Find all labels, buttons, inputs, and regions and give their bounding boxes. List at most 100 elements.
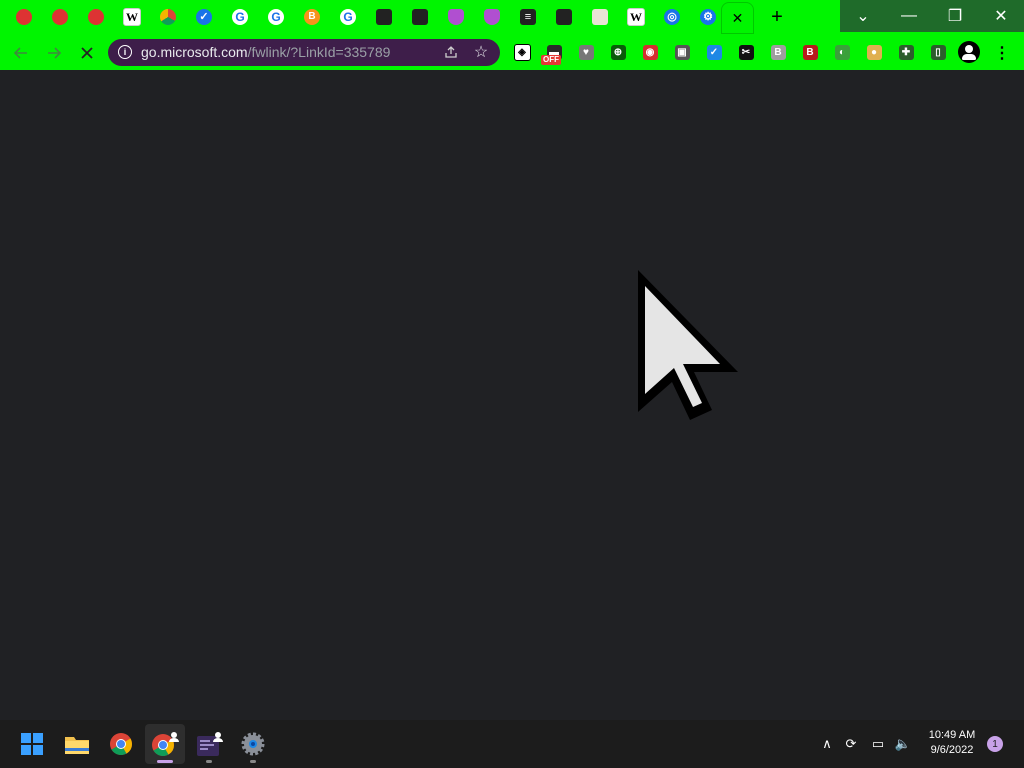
sync-icon[interactable]: ⟳ xyxy=(841,733,861,755)
google-icon: G xyxy=(268,9,284,25)
wikipedia-icon: W xyxy=(627,8,645,26)
file-explorer-icon[interactable] xyxy=(63,730,91,758)
tab-0[interactable] xyxy=(12,5,36,29)
target-icon: ◎ xyxy=(664,9,680,25)
tab-14[interactable]: ≡ xyxy=(516,5,540,29)
tab-7[interactable]: G xyxy=(264,5,288,29)
shield-check-icon[interactable]: ✓ xyxy=(705,43,723,61)
sidebar-icon[interactable]: ▯ xyxy=(929,43,947,61)
check-icon: ✓ xyxy=(196,9,212,25)
stop-loading-button[interactable] xyxy=(76,42,98,64)
close-tab-icon[interactable]: ✕ xyxy=(732,10,744,27)
diamond-icon[interactable]: ◈ xyxy=(513,43,531,61)
back-button[interactable] xyxy=(10,42,32,64)
chrome-icon[interactable] xyxy=(107,730,135,758)
tab-11[interactable] xyxy=(408,5,432,29)
mouse-cursor-icon xyxy=(638,270,738,420)
clock-time: 10:49 AM xyxy=(928,729,976,741)
heart-icon-glyph: ♥ xyxy=(578,44,594,60)
settings-icon[interactable] xyxy=(239,730,267,758)
google-translate-icon: G xyxy=(232,9,248,25)
chrome-icon xyxy=(160,9,176,25)
new-tab-button[interactable]: + xyxy=(766,6,788,28)
red-hat-icon xyxy=(52,9,68,25)
url-host: go.microsoft.com xyxy=(141,44,248,60)
wallet-icon xyxy=(412,9,428,25)
tab-15[interactable] xyxy=(552,5,576,29)
chrome-profile-icon[interactable] xyxy=(151,730,179,758)
wikipedia-icon: W xyxy=(123,8,141,26)
tab-12[interactable] xyxy=(444,5,468,29)
tools-icon[interactable]: ✂ xyxy=(737,43,755,61)
puzzle-block-icon-glyph: ▣ xyxy=(674,44,690,60)
close-window-button[interactable]: ✕ xyxy=(978,0,1024,32)
site-info-icon[interactable]: i xyxy=(118,45,132,59)
record-icon-glyph: ◉ xyxy=(642,44,658,60)
doge-icon-glyph: ● xyxy=(866,44,882,60)
browser-menu-icon[interactable]: ⋮ xyxy=(994,42,1010,64)
tab-2[interactable] xyxy=(84,5,108,29)
tab-8[interactable]: B xyxy=(300,5,324,29)
eye-icon[interactable]: ◐ xyxy=(833,43,851,61)
gear-icon: ⚙ xyxy=(700,9,716,25)
profile-avatar[interactable] xyxy=(958,41,980,63)
google-icon: G xyxy=(340,9,356,25)
address-bar[interactable]: i go.microsoft.com/fwlink/?LinkId=335789… xyxy=(108,39,500,66)
taskbar-clock[interactable]: 10:49 AM 9/6/2022 xyxy=(920,728,984,758)
tab-18[interactable]: ◎ xyxy=(660,5,684,29)
tab-9[interactable]: G xyxy=(336,5,360,29)
app-running-indicator xyxy=(206,760,212,763)
tab-13[interactable] xyxy=(480,5,504,29)
clock-date: 9/6/2022 xyxy=(930,744,974,756)
stop-icon xyxy=(81,47,93,59)
tab-3[interactable]: W xyxy=(120,5,144,29)
extensions-puzzle-icon[interactable]: ✚ xyxy=(897,43,915,61)
tools-icon-glyph: ✂ xyxy=(738,44,754,60)
tab-16[interactable] xyxy=(588,5,612,29)
red-hat-icon xyxy=(16,9,32,25)
active-tab[interactable]: ✕ xyxy=(721,2,754,34)
tab-10[interactable] xyxy=(372,5,396,29)
chevron-up-icon[interactable]: ∧ xyxy=(817,733,837,755)
bitcoin-icon[interactable]: B xyxy=(801,43,819,61)
book-icon xyxy=(592,9,608,25)
letter-b-icon-glyph: B xyxy=(770,44,786,60)
wallet-icon xyxy=(376,9,392,25)
letter-b-icon[interactable]: B xyxy=(769,43,787,61)
shield-check-icon-glyph: ✓ xyxy=(706,44,722,60)
bookmark-star-icon[interactable]: ☆ xyxy=(472,42,490,62)
notification-badge[interactable]: 1 xyxy=(987,736,1003,752)
heart-icon[interactable]: ♥ xyxy=(577,43,595,61)
eye-icon-glyph: ◐ xyxy=(834,44,850,60)
back-arrow-icon xyxy=(13,47,27,59)
app-profile-icon[interactable] xyxy=(195,730,223,758)
record-icon[interactable]: ◉ xyxy=(641,43,659,61)
forward-button[interactable] xyxy=(43,42,65,64)
tab-5[interactable]: ✓ xyxy=(192,5,216,29)
network-icon[interactable]: ▭ xyxy=(868,733,888,755)
url-text[interactable]: go.microsoft.com/fwlink/?LinkId=335789 xyxy=(141,44,390,60)
tab-17[interactable]: W xyxy=(624,5,648,29)
bitcoin-icon-glyph: B xyxy=(802,44,818,60)
heart-icon xyxy=(484,9,500,25)
tab-1[interactable] xyxy=(48,5,72,29)
restore-button[interactable]: ❐ xyxy=(932,0,978,32)
globe-icon[interactable]: ⊕ xyxy=(609,43,627,61)
tab-19[interactable]: ⚙ xyxy=(696,5,720,29)
diamond-icon-glyph: ◈ xyxy=(513,43,531,61)
minimize-button[interactable]: — xyxy=(886,0,932,32)
forward-arrow-icon xyxy=(48,47,62,59)
doge-icon[interactable]: ● xyxy=(865,43,883,61)
tab-6[interactable]: G xyxy=(228,5,252,29)
tab-4[interactable] xyxy=(156,5,180,29)
layers-icon: ≡ xyxy=(520,9,536,25)
puzzle-block-icon[interactable]: ▣ xyxy=(673,43,691,61)
volume-icon[interactable]: 🔈 xyxy=(893,733,913,755)
url-path: /fwlink/?LinkId=335789 xyxy=(247,44,391,60)
windows-start-icon[interactable] xyxy=(18,730,46,758)
tab-search-button[interactable]: ⌄ xyxy=(840,0,886,32)
settings-running-indicator xyxy=(250,760,256,763)
share-icon[interactable] xyxy=(442,43,460,61)
sidebar-icon-glyph: ▯ xyxy=(930,44,946,60)
heart-icon xyxy=(448,9,464,25)
